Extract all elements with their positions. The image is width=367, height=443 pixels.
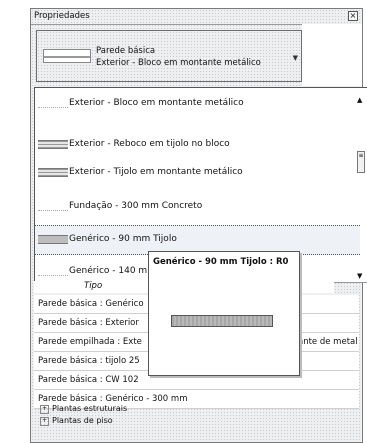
- list-scrollbar[interactable]: ▲ ≡ ▼: [357, 96, 365, 280]
- wall-swatch-icon: [38, 168, 68, 177]
- type-tooltip: Genérico - 90 mm Tijolo : R0: [148, 251, 300, 376]
- list-item[interactable]: Fundação - 300 mm Concreto: [35, 193, 360, 221]
- wall-swatch-icon: [43, 49, 91, 63]
- expand-icon[interactable]: +: [40, 405, 49, 414]
- wall-swatch-icon: [38, 267, 68, 276]
- panel-title: Propriedades: [34, 11, 90, 21]
- type-name-label: Exterior - Bloco em montante metálico: [96, 58, 261, 68]
- list-item-label: Exterior - Bloco em montante metálico: [69, 98, 244, 108]
- tree-node[interactable]: + Plantas estruturais: [34, 403, 359, 415]
- list-item-label: Fundação - 300 mm Concreto: [69, 201, 203, 211]
- expand-icon[interactable]: +: [40, 417, 49, 426]
- scroll-thumb[interactable]: ≡: [357, 151, 365, 173]
- list-item[interactable]: Exterior - Tijolo em montante metálico: [35, 159, 360, 187]
- tree-node-label: Plantas estruturais: [52, 404, 128, 413]
- list-item-label: Genérico - 90 mm Tijolo: [69, 234, 177, 244]
- column-header-label: Tipo: [84, 281, 103, 291]
- tree-node-label: Plantas de piso: [52, 416, 113, 425]
- project-browser-tree: + Plantas estruturais + Plantas de piso: [34, 403, 359, 427]
- tree-node[interactable]: + Plantas de piso: [34, 415, 359, 427]
- table-cell-right: ante de metal: [298, 337, 358, 347]
- wall-preview-icon: [171, 315, 273, 327]
- table-cell: Parede básica : Genérico: [38, 299, 144, 309]
- scroll-up-icon[interactable]: ▲: [357, 96, 362, 104]
- table-cell: Parede básica : Exterior: [38, 318, 139, 328]
- list-item-label: Exterior - Tijolo em montante metálico: [69, 167, 243, 177]
- close-icon[interactable]: ×: [348, 11, 358, 21]
- type-family-label: Parede básica: [96, 46, 156, 56]
- table-cell: Parede básica : tijolo 25: [38, 356, 140, 366]
- scroll-down-icon[interactable]: ▼: [357, 272, 362, 280]
- chevron-down-icon[interactable]: ▼: [293, 54, 298, 62]
- list-item[interactable]: Exterior - Reboco em tijolo no bloco: [35, 131, 360, 159]
- table-cell: Parede empilhada : Exte: [38, 337, 142, 347]
- list-item[interactable]: Exterior - Bloco em montante metálico: [35, 90, 360, 118]
- wall-swatch-icon: [38, 235, 68, 244]
- type-selector[interactable]: Parede básica Exterior - Bloco em montan…: [36, 30, 302, 82]
- wall-swatch-icon: [38, 202, 68, 211]
- wall-swatch-icon: [38, 99, 68, 108]
- panel-right-strip: [302, 24, 362, 86]
- properties-titlebar: Propriedades ×: [31, 9, 362, 25]
- left-panel: [0, 0, 30, 443]
- tooltip-title: Genérico - 90 mm Tijolo : R0: [153, 257, 289, 267]
- table-cell: Parede básica : CW 102: [38, 375, 139, 385]
- wall-swatch-icon: [38, 140, 68, 149]
- list-item-label: Genérico - 140 m: [69, 266, 148, 276]
- list-item-label: Exterior - Reboco em tijolo no bloco: [69, 139, 230, 149]
